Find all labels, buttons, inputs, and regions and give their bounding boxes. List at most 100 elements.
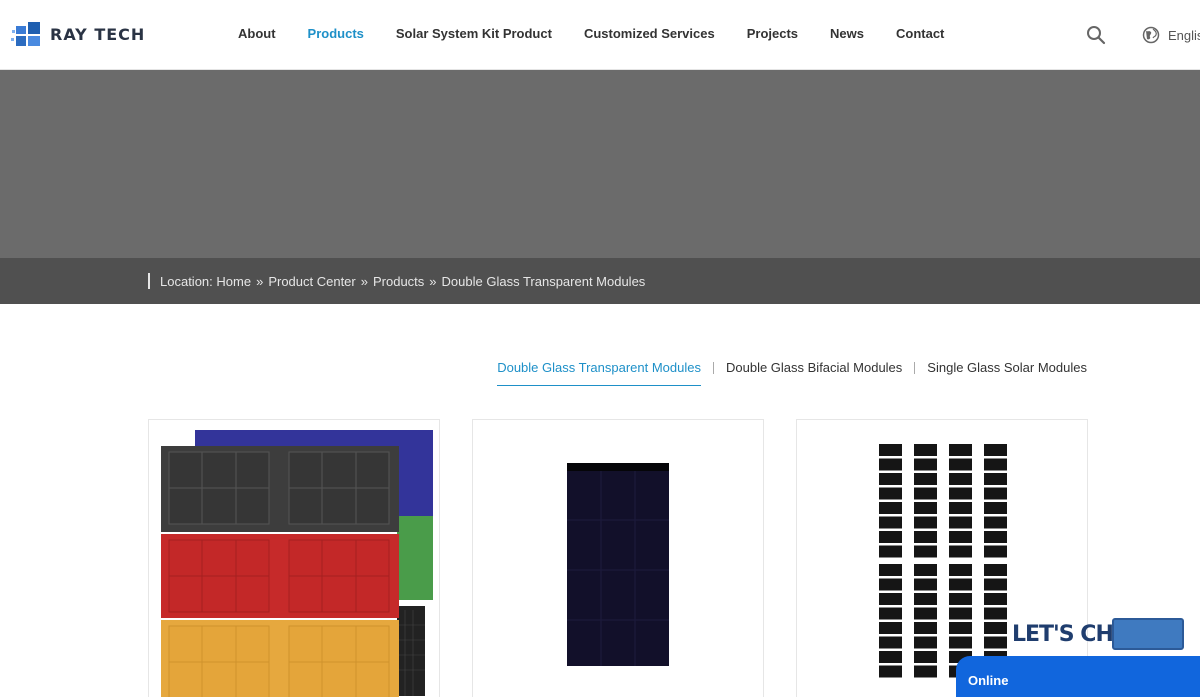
solar-cell: [879, 578, 902, 591]
category-tabs: Double Glass Transparent Modules Double …: [497, 360, 1087, 386]
nav-item-projects[interactable]: Projects: [731, 0, 814, 70]
tab-divider: [712, 362, 714, 374]
solar-cell: [984, 607, 1007, 620]
nav-item-news[interactable]: News: [814, 0, 880, 70]
solar-cell: [914, 578, 937, 591]
breadcrumb-divider: [148, 273, 150, 289]
solar-cell: [914, 593, 937, 605]
solar-cell: [949, 502, 972, 514]
solar-cell: [984, 593, 1007, 605]
breadcrumb-current[interactable]: Double Glass Transparent Modules: [442, 274, 646, 289]
solar-cell: [914, 564, 937, 576]
solar-cell: [984, 578, 1007, 591]
solar-cell: [984, 444, 1007, 456]
tab-divider: [914, 362, 916, 374]
solar-cell: [949, 473, 972, 485]
solar-cell: [914, 458, 937, 471]
solar-cell: [984, 622, 1007, 634]
page-banner: [0, 70, 1200, 258]
solar-cell: [914, 622, 937, 634]
solar-cell: [949, 578, 972, 591]
solar-cell: [879, 502, 902, 514]
site-header: RAY TECH About Products Solar System Kit…: [0, 0, 1200, 70]
solar-cell: [949, 458, 972, 471]
main-nav: About Products Solar System Kit Product …: [222, 0, 960, 70]
solar-cell: [879, 564, 902, 576]
product-card[interactable]: [472, 419, 764, 697]
breadcrumb-products[interactable]: Products: [373, 274, 424, 289]
solar-cell: [914, 531, 937, 543]
breadcrumb-product-center[interactable]: Product Center: [268, 274, 355, 289]
breadcrumb-home[interactable]: Home: [216, 274, 251, 289]
solar-cell: [879, 593, 902, 605]
solar-cell: [949, 516, 972, 529]
solar-cell: [984, 636, 1007, 649]
online-chat-button[interactable]: Online: [956, 656, 1200, 697]
solar-cell: [984, 516, 1007, 529]
solar-cell: [879, 444, 902, 456]
lets-chat-banner[interactable]: LET'S CHAT: [1012, 616, 1200, 656]
solar-cell: [879, 545, 902, 558]
solar-cell: [914, 651, 937, 663]
solar-cell: [914, 545, 937, 558]
solar-cell: [984, 545, 1007, 558]
logo[interactable]: RAY TECH: [10, 16, 145, 52]
brand-name: RAY TECH: [50, 24, 146, 44]
breadcrumb-prefix: Location:: [160, 273, 213, 289]
solar-cell: [949, 564, 972, 576]
search-icon[interactable]: [1086, 25, 1106, 45]
solar-cell: [879, 665, 902, 678]
solar-cell: [879, 636, 902, 649]
solar-cell: [949, 444, 972, 456]
solar-cell: [879, 516, 902, 529]
online-status-label: Online: [968, 673, 1009, 688]
language-selector[interactable]: Englis: [1142, 26, 1200, 44]
solar-cell: [879, 622, 902, 634]
colored-solar-panels-image: [161, 430, 433, 697]
logo-mark-icon: [11, 22, 40, 46]
breadcrumb: Location: Home » Product Center » Produc…: [148, 273, 645, 289]
solar-cell: [984, 564, 1007, 576]
solar-cell: [914, 607, 937, 620]
tab-double-glass-bifacial[interactable]: Double Glass Bifacial Modules: [726, 360, 902, 386]
solar-cell: [914, 487, 937, 500]
breadcrumb-separator: »: [429, 273, 437, 289]
solar-cell: [949, 487, 972, 500]
tab-single-glass[interactable]: Single Glass Solar Modules: [927, 360, 1087, 386]
solar-cell: [879, 458, 902, 471]
solar-cell: [914, 444, 937, 456]
tab-double-glass-transparent[interactable]: Double Glass Transparent Modules: [497, 360, 701, 386]
solar-cell: [984, 458, 1007, 471]
keyboard-icon: [1112, 618, 1184, 650]
solar-cell: [914, 636, 937, 649]
solar-cell: [984, 487, 1007, 500]
solar-cell: [949, 531, 972, 543]
solar-cell: [914, 473, 937, 485]
breadcrumb-separator: »: [256, 273, 264, 289]
solar-cell: [879, 651, 902, 663]
product-card[interactable]: [148, 419, 440, 697]
solar-cell: [914, 502, 937, 514]
solar-cell: [949, 545, 972, 558]
nav-item-contact[interactable]: Contact: [880, 0, 960, 70]
solar-cell: [984, 502, 1007, 514]
nav-item-customized-services[interactable]: Customized Services: [568, 0, 731, 70]
solar-cell: [984, 531, 1007, 543]
solar-cell: [949, 622, 972, 634]
solar-cell: [984, 473, 1007, 485]
solar-cell: [879, 607, 902, 620]
solar-cell: [914, 516, 937, 529]
solar-cell: [914, 665, 937, 678]
solar-cell: [879, 531, 902, 543]
nav-item-products[interactable]: Products: [292, 0, 380, 70]
black-transparent-solar-panel-image: [567, 463, 669, 666]
solar-cell: [949, 593, 972, 605]
globe-icon: [1142, 26, 1160, 44]
nav-item-solar-system-kit[interactable]: Solar System Kit Product: [380, 0, 568, 70]
language-label: Englis: [1168, 27, 1200, 43]
breadcrumb-separator: »: [360, 273, 368, 289]
solar-cell: [949, 607, 972, 620]
solar-cell: [949, 636, 972, 649]
solar-cell: [879, 473, 902, 485]
nav-item-about[interactable]: About: [222, 0, 292, 70]
